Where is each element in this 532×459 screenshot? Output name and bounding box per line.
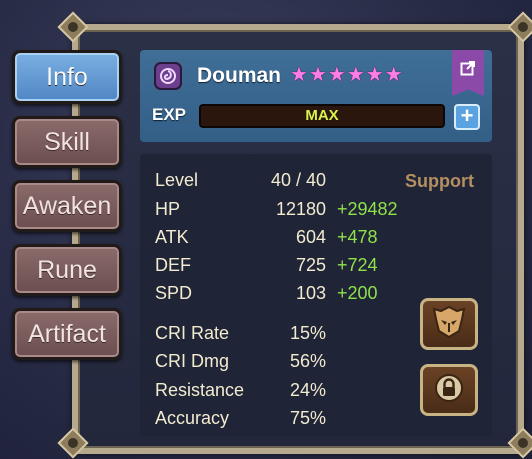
stat-bonus: +724 xyxy=(337,255,378,275)
star-icon: ★ xyxy=(290,64,308,86)
exp-bar: MAX xyxy=(199,104,445,128)
stat-bonus: +478 xyxy=(337,227,378,247)
tab-info-label: Info xyxy=(46,62,88,91)
share-button[interactable] xyxy=(452,50,484,96)
stat-value: 24% xyxy=(289,380,326,400)
stat-value: 103 xyxy=(295,283,326,303)
stat-row-def: DEF 725 +724 xyxy=(155,255,415,279)
dark-element-icon xyxy=(154,62,182,90)
star-icon: ★ xyxy=(365,64,384,86)
stat-row-hp: HP 12180 +29482 xyxy=(155,199,415,223)
stat-value: 15% xyxy=(289,323,326,343)
monster-name: Douman xyxy=(197,64,281,87)
exp-value: MAX xyxy=(305,107,339,124)
stat-label: Level xyxy=(155,170,199,190)
stat-bonus: +200 xyxy=(337,283,378,303)
stat-value: 12180 xyxy=(275,199,326,219)
stat-row-cri-rate: CRI Rate 15% xyxy=(155,323,415,347)
stat-value: 75% xyxy=(289,408,326,428)
stat-value: 56% xyxy=(289,351,326,371)
stat-value: 40 / 40 xyxy=(270,170,326,190)
star-icon: ★ xyxy=(384,64,403,86)
lock-icon xyxy=(434,373,464,408)
stat-row-atk: ATK 604 +478 xyxy=(155,227,415,251)
plus-icon: + xyxy=(460,103,474,128)
stat-label: Resistance xyxy=(155,380,245,400)
star-icon: ★ xyxy=(346,64,365,86)
tab-skill-label: Skill xyxy=(44,127,90,156)
tab-awaken[interactable]: Awaken xyxy=(12,180,122,232)
stat-row-level: Level 40 / 40 xyxy=(155,170,415,194)
stat-bonus: +29482 xyxy=(337,199,398,219)
tab-rune[interactable]: Rune xyxy=(12,244,122,296)
stat-label: HP xyxy=(155,199,181,219)
stat-row-spd: SPD 103 +200 xyxy=(155,283,415,307)
lock-button[interactable] xyxy=(420,364,478,416)
stat-row-accuracy: Accuracy 75% xyxy=(155,408,415,432)
tab-artifact[interactable]: Artifact xyxy=(12,308,122,360)
monster-role: Support xyxy=(405,171,474,191)
stat-label: DEF xyxy=(155,255,191,275)
tab-rune-label: Rune xyxy=(37,255,97,284)
star-icon: ★ xyxy=(308,64,327,86)
tab-info[interactable]: Info xyxy=(12,50,122,104)
stat-label: SPD xyxy=(155,283,193,303)
stat-row-resistance: Resistance 24% xyxy=(155,380,415,404)
tab-awaken-label: Awaken xyxy=(22,191,112,220)
tab-artifact-label: Artifact xyxy=(28,319,106,348)
share-icon xyxy=(460,60,476,81)
star-icon: ★ xyxy=(327,64,346,86)
exp-label: EXP xyxy=(152,105,187,124)
stat-label: CRI Dmg xyxy=(155,351,230,371)
stat-row-cri-dmg: CRI Dmg 56% xyxy=(155,351,415,375)
stat-value: 725 xyxy=(295,255,326,275)
tab-skill[interactable]: Skill xyxy=(12,116,122,168)
skin-mask-button[interactable] xyxy=(420,298,478,350)
stat-label: Accuracy xyxy=(155,408,230,428)
mask-icon xyxy=(431,305,467,344)
add-exp-button[interactable]: + xyxy=(454,104,480,130)
stat-value: 604 xyxy=(295,227,326,247)
stat-label: CRI Rate xyxy=(155,323,230,343)
stat-label: ATK xyxy=(155,227,189,247)
star-rating: ★ ★ ★ ★ ★ ★ xyxy=(290,62,403,88)
